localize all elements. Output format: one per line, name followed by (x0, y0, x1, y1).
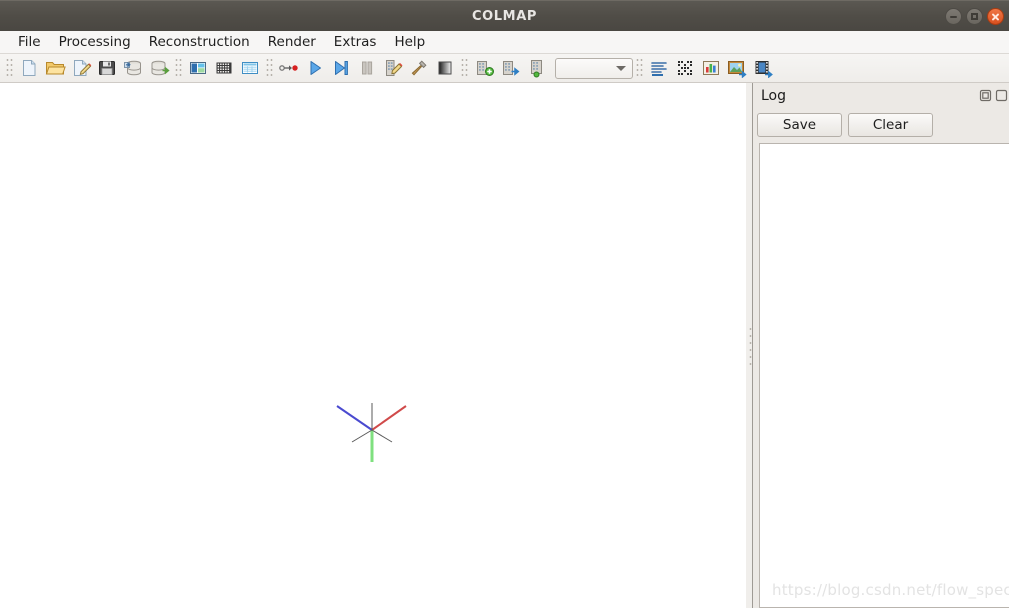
log-dock-panel: Log Save Clear https://blog.csdn.net/flo… (753, 83, 1009, 608)
edit-project-icon[interactable] (69, 56, 93, 80)
pause-reconstruction-icon[interactable] (355, 56, 379, 80)
coordinate-axes-gizmo (328, 385, 418, 475)
menu-item-processing[interactable]: Processing (50, 32, 140, 53)
log-clear-button[interactable]: Clear (848, 113, 933, 137)
show-statistics-icon[interactable] (699, 56, 723, 80)
feature-matching-icon[interactable] (212, 56, 236, 80)
opengl-3d-viewport[interactable] (0, 83, 746, 608)
window-titlebar[interactable]: COLMAP (0, 0, 1009, 31)
menu-item-file[interactable]: File (9, 32, 50, 53)
menu-item-reconstruction[interactable]: Reconstruction (140, 32, 259, 53)
grab-image-icon[interactable] (673, 56, 697, 80)
window-controls (945, 1, 1004, 32)
close-button[interactable] (987, 8, 1004, 25)
maximize-button[interactable] (966, 8, 983, 25)
log-save-button[interactable]: Save (757, 113, 842, 137)
import-model-icon[interactable] (121, 56, 145, 80)
main-toolbar (0, 54, 1009, 83)
model-stats-icon[interactable] (524, 56, 548, 80)
menubar: File Processing Reconstruction Render Ex… (0, 31, 1009, 54)
watermark-text: https://blog.csdn.net/flow_specter (772, 581, 1009, 599)
render-video-icon[interactable] (751, 56, 775, 80)
log-dock-actions (978, 88, 1009, 103)
window-title: COLMAP (471, 8, 537, 24)
grab-movie-icon[interactable] (725, 56, 749, 80)
toolbar-grip[interactable] (6, 58, 13, 78)
toolbar-grip-2[interactable] (175, 58, 182, 78)
dense-reconstruction-icon[interactable] (407, 56, 431, 80)
database-management-icon[interactable] (238, 56, 262, 80)
export-model-icon[interactable] (147, 56, 171, 80)
log-dock-header: Log (753, 83, 1009, 109)
model-next-icon[interactable] (498, 56, 522, 80)
feature-extraction-icon[interactable] (186, 56, 210, 80)
log-panel-title: Log (761, 88, 787, 104)
close-icon (991, 12, 1000, 21)
menu-item-extras[interactable]: Extras (325, 32, 386, 53)
chevron-down-icon (616, 65, 626, 71)
automatic-reconstruction-icon[interactable] (277, 56, 301, 80)
new-project-icon[interactable] (17, 56, 41, 80)
toolbar-grip-4[interactable] (461, 58, 468, 78)
toolbar-grip-5[interactable] (636, 58, 643, 78)
minimize-button[interactable] (945, 8, 962, 25)
show-log-icon[interactable] (647, 56, 671, 80)
toolbar-grip-3[interactable] (266, 58, 273, 78)
model-add-icon[interactable] (472, 56, 496, 80)
float-dock-icon[interactable] (978, 88, 993, 103)
close-dock-icon[interactable] (994, 88, 1009, 103)
menu-item-help[interactable]: Help (385, 32, 434, 53)
menu-item-render[interactable]: Render (259, 32, 325, 53)
maximize-icon (971, 13, 978, 20)
model-combo[interactable] (555, 57, 633, 79)
step-reconstruction-icon[interactable] (329, 56, 353, 80)
log-button-row: Save Clear (757, 113, 1005, 137)
render-options-icon[interactable] (433, 56, 457, 80)
bundle-adjustment-icon[interactable] (381, 56, 405, 80)
log-text-area[interactable]: https://blog.csdn.net/flow_specter (759, 143, 1009, 608)
save-project-icon[interactable] (95, 56, 119, 80)
open-project-icon[interactable] (43, 56, 67, 80)
minimize-icon (950, 15, 957, 18)
start-reconstruction-icon[interactable] (303, 56, 327, 80)
